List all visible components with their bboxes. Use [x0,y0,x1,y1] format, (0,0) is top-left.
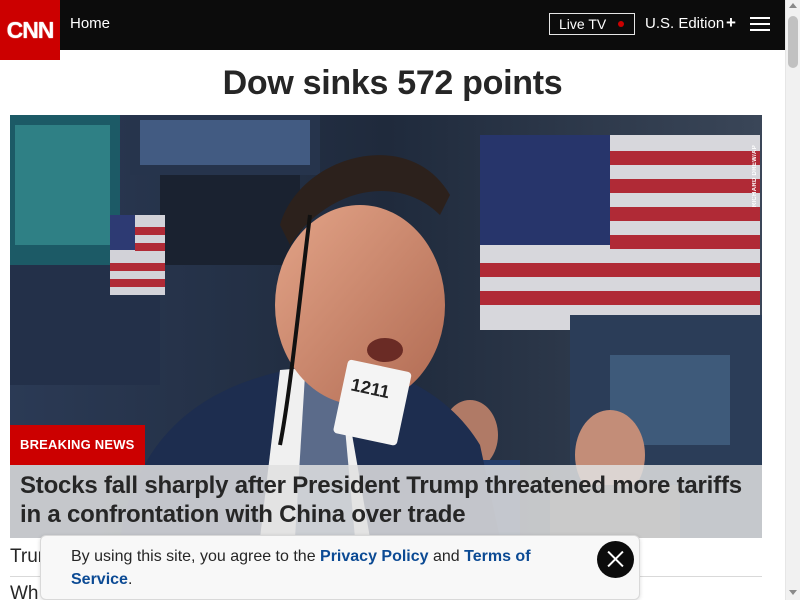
cookie-text-part: and [428,548,465,565]
cookie-text-part: . [127,571,133,588]
home-link[interactable]: Home [70,15,110,32]
hero-story[interactable]: 1211 RICHARD DREW/AP BREAKING NEWS Stock… [10,115,762,538]
live-tv-label: Live TV [559,16,607,32]
scroll-down-arrow-icon[interactable] [789,590,797,595]
live-tv-button[interactable]: Live TV [549,13,635,35]
page-headline[interactable]: Dow sinks 572 points [0,64,785,103]
cookie-consent-banner: By using this site, you agree to the Pri… [40,535,640,600]
live-dot-icon [618,21,624,27]
close-icon[interactable] [597,541,634,578]
breaking-news-badge: BREAKING NEWS [10,425,145,465]
page-scrollbar[interactable] [785,0,800,600]
edition-selector[interactable]: U.S. Edition [645,15,724,32]
cnn-logo[interactable]: CNN [0,0,60,60]
hamburger-menu-icon[interactable] [750,17,770,32]
scroll-up-arrow-icon[interactable] [789,3,797,8]
plus-icon[interactable]: + [726,13,736,33]
photo-credit: RICHARD DREW/AP [752,145,758,208]
scroll-thumb[interactable] [788,16,798,68]
hero-caption-text: Stocks fall sharply after President Trum… [20,472,742,528]
cookie-consent-text: By using this site, you agree to the Pri… [71,545,571,591]
logo-text: CNN [6,16,55,43]
top-nav: Home Live TV U.S. Edition + [0,0,785,50]
hero-caption[interactable]: Stocks fall sharply after President Trum… [10,465,762,538]
privacy-policy-link[interactable]: Privacy Policy [320,548,429,565]
cookie-text-part: By using this site, you agree to the [71,548,321,565]
